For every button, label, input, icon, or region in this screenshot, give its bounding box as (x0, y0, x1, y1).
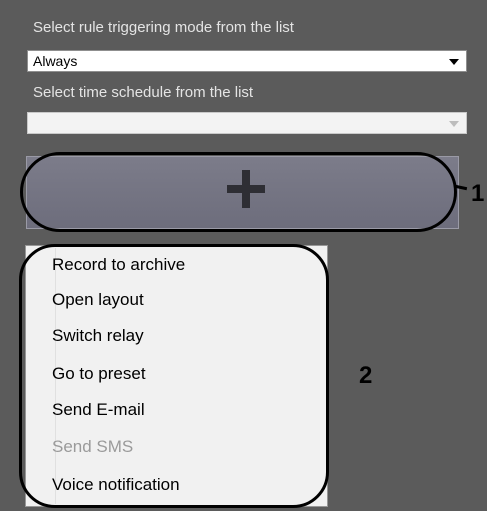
chevron-down-icon[interactable] (449, 121, 459, 127)
menu-item-go-to-preset[interactable]: Go to preset (52, 364, 146, 384)
trigger-mode-select[interactable]: Always (27, 50, 467, 72)
menu-item-send-email[interactable]: Send E-mail (52, 400, 145, 420)
callout-label-1: 1 (471, 180, 485, 207)
menu-item-send-sms: Send SMS (52, 437, 134, 456)
menu-item-record-to-archive[interactable]: Record to archive (52, 255, 185, 275)
plus-icon[interactable] (227, 170, 265, 208)
trigger-mode-value: Always (33, 53, 78, 69)
menu-item-switch-relay[interactable]: Switch relay (52, 326, 144, 346)
schedule-label: Select time schedule from the list (33, 84, 254, 101)
callout-label-2: 2 (359, 362, 373, 389)
schedule-select[interactable] (27, 112, 467, 134)
chevron-down-icon[interactable] (449, 59, 459, 65)
menu-item-voice-notification[interactable]: Voice notification (52, 475, 180, 495)
trigger-mode-label: Select rule triggering mode from the lis… (33, 19, 294, 36)
menu-item-open-layout[interactable]: Open layout (52, 290, 144, 310)
